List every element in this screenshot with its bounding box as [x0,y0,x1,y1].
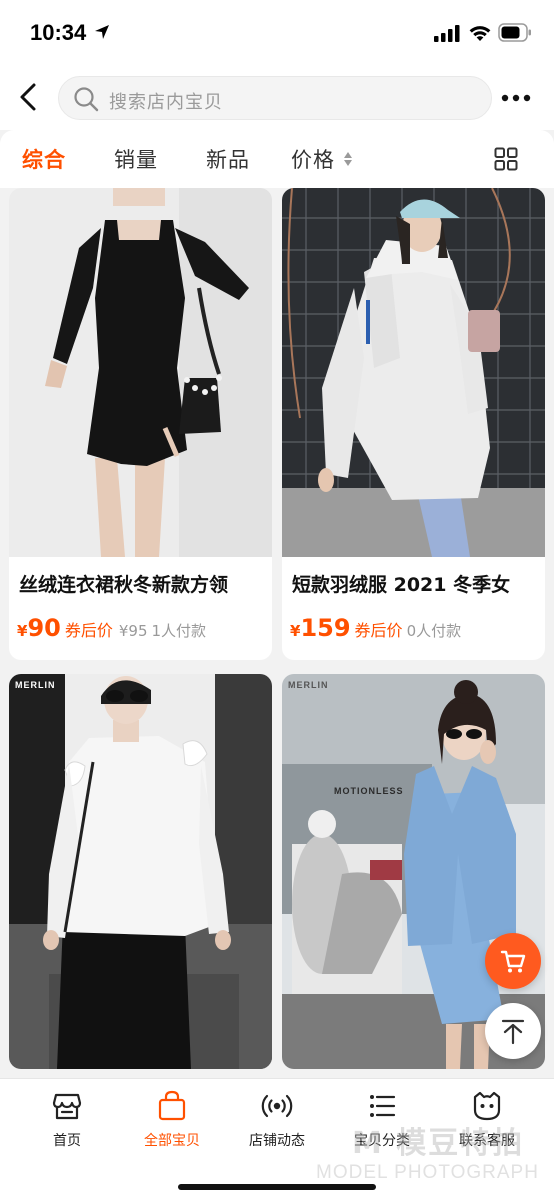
product-image-white-puffer-jacket[interactable] [282,188,545,557]
tab-sales[interactable]: 销量 [114,144,158,174]
sort-arrows-icon [344,152,352,166]
watermark-sub-text: MODEL PHOTOGRAPH [316,1162,539,1183]
grid-view-icon[interactable] [494,147,518,171]
tab-price[interactable]: 价格 [291,144,335,174]
nav-item-home[interactable]: 首页 [17,1089,117,1155]
sales-count: 0人付款 [406,622,462,640]
tab-new[interactable]: 新品 [206,144,250,174]
search-placeholder: 搜索店内宝贝 [109,92,223,113]
price-row: ¥159 券后价 0人付款 [290,614,461,644]
product-price: 159 [300,614,351,642]
nav-label: 全部宝贝 [144,1133,200,1149]
product-grid: 丝绒连衣裙秋冬新款方领 ¥90 券后价 ¥95 1人付款 短款羽绒服 2021 … [0,188,554,1078]
store-home-icon [52,1093,82,1120]
cart-icon [500,950,526,973]
top-nav: 搜索店内宝贝 [0,66,554,130]
wifi-icon [469,26,491,41]
nav-item-store-feed[interactable]: 店铺动态 [227,1089,327,1155]
product-image-white-ruffle-blouse[interactable] [9,674,272,1069]
status-bar: 10:34 [0,0,554,66]
nav-label: 店铺动态 [249,1133,305,1149]
price-row: ¥90 券后价 ¥95 1人付款 [17,614,206,644]
original-price: ¥95 [118,622,148,640]
search-icon [74,87,99,112]
filter-bar: 综合 销量 新品 价格 [0,130,554,188]
more-dots-icon[interactable] [500,90,532,106]
product-price: 90 [27,614,61,642]
product-card[interactable]: 丝绒连衣裙秋冬新款方领 ¥90 券后价 ¥95 1人付款 [9,188,272,660]
back-to-top-icon [501,1019,525,1045]
nav-item-all-items[interactable]: 全部宝贝 [122,1089,222,1155]
product-title[interactable]: 丝绒连衣裙秋冬新款方领 [19,570,267,597]
status-time: 10:34 [30,20,87,45]
search-input[interactable]: 搜索店内宝贝 [58,76,492,120]
coupon-label: 券后价 [64,621,113,640]
brand-tag: MERLIN [288,680,329,690]
product-image-black-velvet-dress[interactable] [9,188,272,557]
home-indicator [178,1184,376,1190]
watermark-main-text: M 模豆特拍 [352,1126,525,1161]
sales-count: 1人付款 [151,622,207,640]
currency-symbol: ¥ [17,622,28,640]
storefront-sign: MOTIONLESS [334,786,404,796]
product-card[interactable]: MERLIN [9,674,272,1069]
shopping-bag-icon [158,1090,186,1121]
back-to-top-button[interactable] [485,1003,541,1059]
chevron-left-icon[interactable] [16,82,42,112]
tab-comprehensive[interactable]: 综合 [22,144,66,174]
nav-label: 首页 [53,1133,81,1149]
signal-icon [434,25,460,42]
location-arrow-icon [95,25,109,39]
currency-symbol: ¥ [290,622,301,640]
product-card[interactable]: 短款羽绒服 2021 冬季女 ¥159 券后价 0人付款 [282,188,545,660]
cart-button[interactable] [485,933,541,989]
coupon-label: 券后价 [354,621,403,640]
brand-tag: MERLIN [15,680,56,690]
battery-icon [498,23,531,42]
product-title[interactable]: 短款羽绒服 2021 冬季女 [292,570,540,597]
broadcast-icon [261,1094,293,1118]
